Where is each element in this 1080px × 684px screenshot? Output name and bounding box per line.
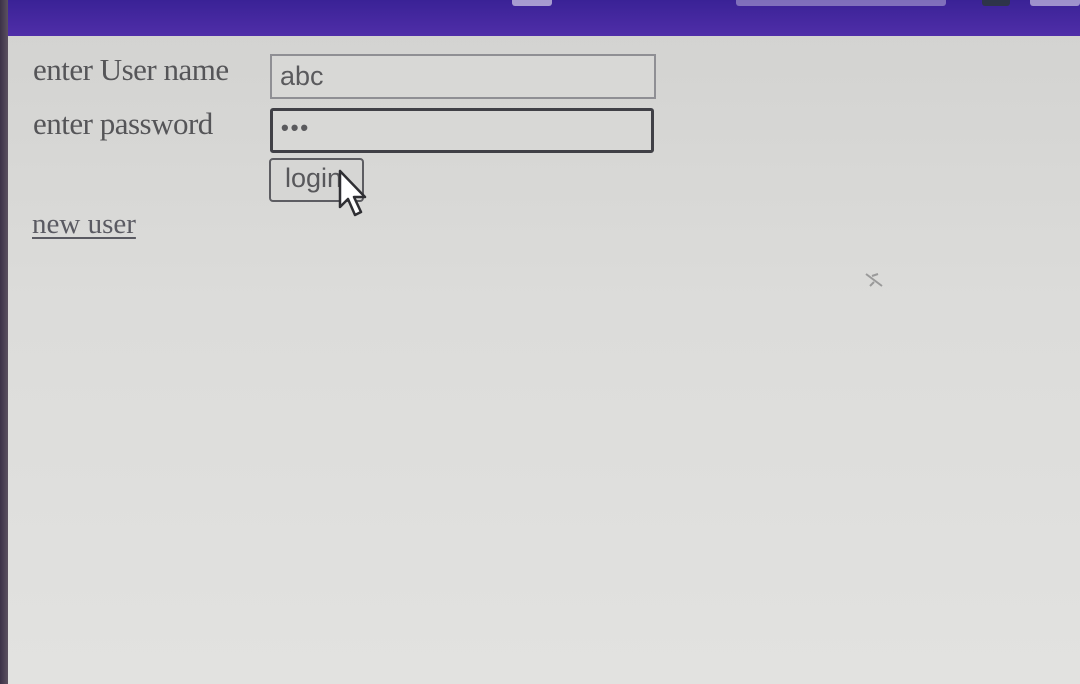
password-input[interactable]: ••• bbox=[270, 108, 654, 153]
login-page: enter User name abc enter password ••• l… bbox=[8, 36, 1080, 684]
screen: enter User name abc enter password ••• l… bbox=[0, 0, 1080, 684]
new-user-link[interactable]: new user bbox=[32, 208, 136, 241]
password-label: enter password bbox=[33, 106, 213, 141]
username-input[interactable]: abc bbox=[270, 54, 656, 99]
screen-speck bbox=[865, 273, 883, 287]
browser-top-bar bbox=[0, 0, 1080, 36]
window-left-edge bbox=[0, 0, 8, 684]
mouse-pointer-icon bbox=[338, 169, 367, 217]
username-label: enter User name bbox=[33, 52, 229, 87]
